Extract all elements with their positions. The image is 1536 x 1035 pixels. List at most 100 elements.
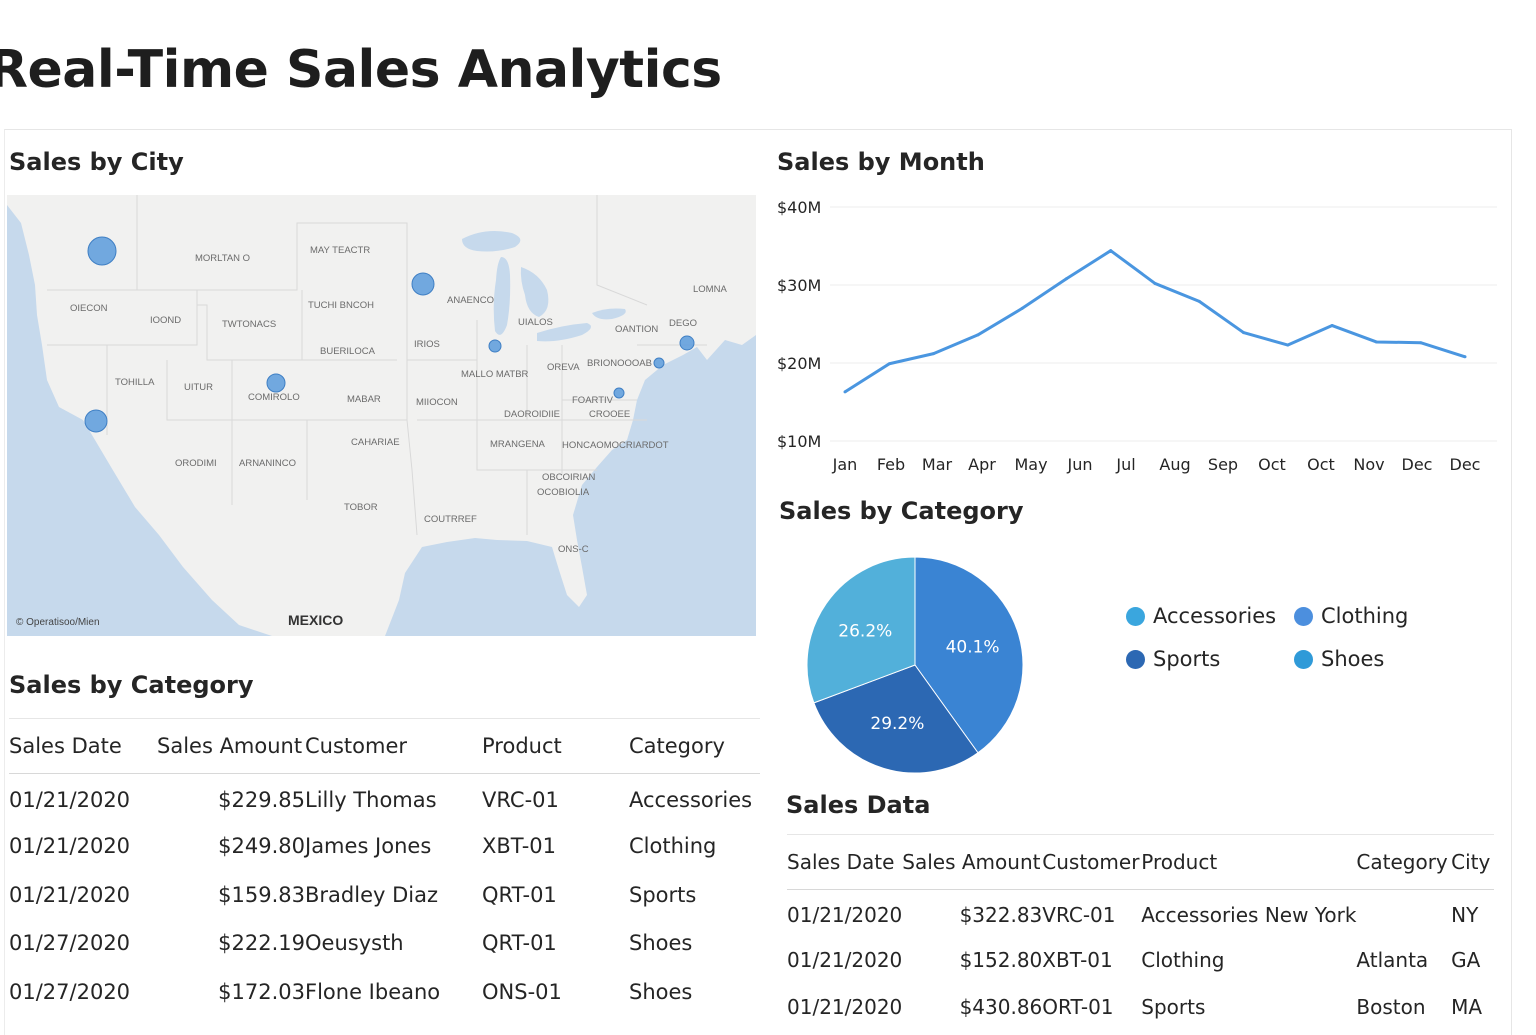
x-tick-label: May bbox=[1014, 455, 1047, 474]
table-cell: VRC-01 bbox=[1042, 903, 1116, 928]
map-region-label: ONS-C bbox=[558, 544, 589, 555]
data-point[interactable] bbox=[843, 390, 847, 394]
table-cell: 01/21/2020 bbox=[787, 903, 903, 928]
map-region-label: BRIONOOOAB bbox=[587, 358, 652, 369]
table-cell: $172.03 bbox=[218, 979, 305, 1004]
map-region-label: DAOROIDIIE bbox=[504, 409, 560, 420]
column-header[interactable]: Sales Date bbox=[787, 835, 902, 890]
map-region-label: TOHILLA bbox=[115, 377, 155, 388]
table-row[interactable]: 01/21/2020 $322.83 VRC-01 Accessories New Y… bbox=[787, 890, 1494, 937]
table-cell: GA bbox=[1451, 948, 1481, 972]
map-title: Sales by City bbox=[9, 148, 184, 176]
table-cell: Shoes bbox=[629, 979, 693, 1004]
column-header[interactable]: Customer bbox=[1042, 835, 1141, 890]
sales-series-line[interactable] bbox=[844, 249, 1466, 394]
table-cell: Clothing bbox=[629, 834, 717, 859]
city-bubble[interactable] bbox=[411, 272, 435, 296]
table-cell: Bradley Diaz bbox=[305, 882, 438, 907]
table-cell: 01/27/2020 bbox=[9, 931, 131, 956]
data-point[interactable] bbox=[1242, 331, 1246, 335]
table-cell: Accessories New York bbox=[1141, 903, 1357, 928]
city-bubble[interactable] bbox=[653, 357, 665, 369]
sales-by-month-chart[interactable]: $40M $30M $20M $10M Jan Feb Mar Apr May Jun Jul Aug… bbox=[772, 190, 1500, 485]
column-header[interactable]: Product bbox=[482, 719, 629, 774]
map-region-label: HONCAOMOCRIARDOT bbox=[562, 440, 669, 451]
sales-by-category-pie[interactable]: 40.1% 29.2% 26.2% bbox=[800, 548, 1030, 780]
legend-label: Accessories bbox=[1153, 604, 1277, 628]
data-point[interactable] bbox=[1197, 299, 1201, 303]
x-tick-label: Nov bbox=[1353, 455, 1384, 474]
table-cell: ONS-01 bbox=[482, 979, 562, 1004]
sales-table-title: Sales Data bbox=[786, 791, 931, 819]
table-row[interactable]: 01/27/2020 $222.19 Oeusysth QRT-01 Shoes bbox=[9, 919, 760, 968]
city-bubble[interactable] bbox=[87, 236, 117, 266]
table-row[interactable]: 01/21/2020 $159.83 Bradley Diaz QRT-01 Sport… bbox=[9, 871, 760, 920]
column-header[interactable]: Sales Date bbox=[9, 719, 157, 774]
category-table-title: Sales by Category bbox=[9, 671, 254, 699]
data-point[interactable] bbox=[1419, 341, 1423, 345]
x-tick-label: Jun bbox=[1067, 455, 1093, 474]
pie-chart-title: Sales by Category bbox=[779, 497, 1024, 525]
data-point[interactable] bbox=[1330, 324, 1334, 328]
table-row[interactable]: 01/21/2020 $152.80 XBT-01 Clothing Atlanta GA bbox=[787, 937, 1494, 984]
data-point[interactable] bbox=[1020, 306, 1024, 310]
table-row[interactable]: 01/21/2020 $229.85 Lilly Thomas VRC-01 Acces… bbox=[9, 774, 760, 823]
x-tick-label: Oct bbox=[1307, 455, 1335, 474]
table-cell: Flone Ibeano bbox=[305, 979, 441, 1004]
data-point[interactable] bbox=[1374, 340, 1378, 344]
city-bubble[interactable] bbox=[488, 339, 502, 353]
column-header[interactable]: Sales Amount bbox=[157, 719, 305, 774]
column-header[interactable]: Category bbox=[1356, 835, 1451, 890]
column-header[interactable]: Customer bbox=[305, 719, 482, 774]
x-tick-label: Dec bbox=[1450, 455, 1481, 474]
map-region-label: OBCOIRIAN bbox=[542, 472, 595, 483]
column-header[interactable]: Category bbox=[629, 719, 760, 774]
table-row[interactable]: 01/21/2020 $249.80 James Jones XBT-01 Clothi… bbox=[9, 822, 760, 871]
data-point[interactable] bbox=[887, 362, 891, 366]
city-bubble[interactable] bbox=[679, 335, 695, 351]
table-cell: Accessories bbox=[629, 788, 753, 812]
x-tick-label: Jul bbox=[1115, 455, 1135, 474]
data-point[interactable] bbox=[1064, 277, 1068, 281]
legend-item[interactable]: Accessories bbox=[1126, 604, 1276, 628]
map-canvas[interactable]: MORLTAN O MAY TEACTR OIECON IOOND TWTONACS TU… bbox=[7, 195, 756, 636]
data-point[interactable] bbox=[1153, 281, 1157, 285]
legend-item[interactable]: Clothing bbox=[1294, 604, 1408, 628]
city-bubble[interactable] bbox=[266, 373, 286, 393]
table-cell: Oeusysth bbox=[305, 931, 404, 956]
table-cell: NY bbox=[1451, 903, 1479, 928]
map-region-label: IOOND bbox=[150, 315, 181, 326]
sales-data-table: Sales Date Sales Amount Customer Product Cat… bbox=[787, 834, 1494, 1031]
column-header[interactable]: Product bbox=[1141, 835, 1356, 890]
map-region-label: DEGO bbox=[669, 318, 697, 329]
map-region-label: FOARTIV bbox=[572, 395, 614, 406]
x-tick-label: Sep bbox=[1208, 455, 1238, 474]
column-header[interactable]: Sales Amount bbox=[902, 835, 1042, 890]
table-row[interactable]: 01/27/2020 $172.03 Flone Ibeano ONS-01 Shoes bbox=[9, 968, 760, 1017]
table-cell: QRT-01 bbox=[482, 931, 557, 956]
data-point[interactable] bbox=[1109, 249, 1113, 253]
data-point[interactable] bbox=[932, 352, 936, 356]
legend-item[interactable]: Shoes bbox=[1294, 647, 1384, 671]
city-bubble[interactable] bbox=[84, 409, 108, 433]
table-cell: James Jones bbox=[305, 834, 432, 859]
data-point[interactable] bbox=[1286, 343, 1290, 347]
map-region-label: ANAENCO bbox=[447, 295, 494, 306]
table-cell: $322.83 bbox=[959, 903, 1043, 928]
sales-map[interactable]: MORLTAN O MAY TEACTR OIECON IOOND TWTONACS TU… bbox=[7, 195, 756, 636]
city-bubble[interactable] bbox=[613, 387, 625, 399]
column-header[interactable]: City bbox=[1451, 835, 1494, 890]
legend-label: Clothing bbox=[1321, 604, 1409, 628]
map-country-label: MEXICO bbox=[288, 612, 344, 628]
y-tick-label: $20M bbox=[777, 354, 821, 373]
map-region-label: MALLO MATBR bbox=[461, 369, 529, 380]
table-header-row: Sales Date Sales Amount Customer Product Cat… bbox=[9, 718, 760, 774]
map-region-label: TUCHI BNCOH bbox=[308, 300, 374, 311]
table-cell: 01/27/2020 bbox=[9, 979, 131, 1004]
map-region-label: IRIOS bbox=[414, 339, 440, 350]
x-tick-label: Oct bbox=[1258, 455, 1286, 474]
data-point[interactable] bbox=[976, 333, 980, 337]
data-point[interactable] bbox=[1463, 355, 1467, 359]
table-row[interactable]: 01/21/2020 $430.86 ORT-01 Sports Boston MA bbox=[787, 984, 1494, 1031]
legend-item[interactable]: Sports bbox=[1126, 647, 1220, 671]
